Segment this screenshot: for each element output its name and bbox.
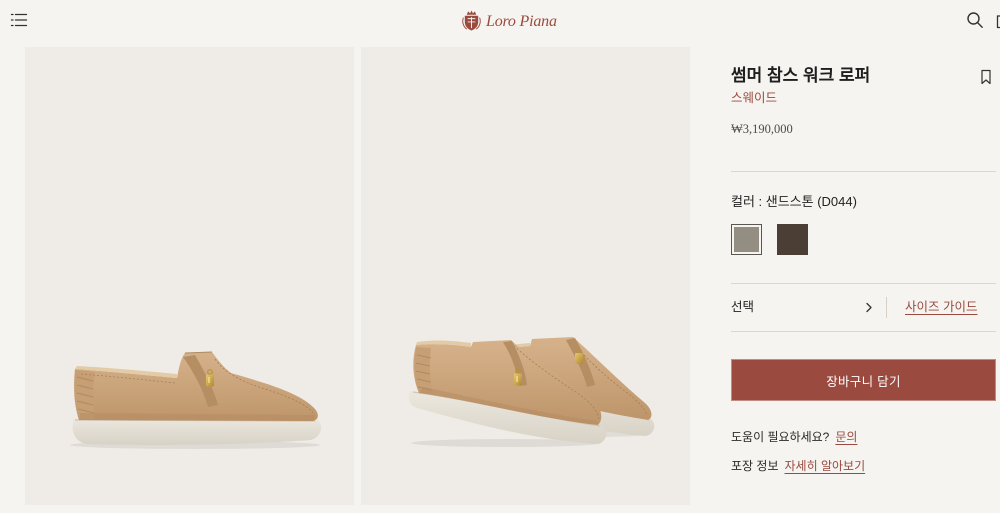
bookmark-icon[interactable] [980,69,992,85]
product-details: 썸머 참스 워크 로퍼 스웨이드 ₩3,190,000 컬러 : 샌드스톤 (D… [731,0,996,513]
divider [731,331,996,332]
size-select[interactable]: 선택 [731,298,754,316]
bag-icon[interactable] [996,11,1000,29]
contact-link[interactable]: 문의 [835,430,857,444]
product-price: ₩3,190,000 [731,122,793,136]
brand-wordmark: Loro Piana [486,12,557,30]
crest-icon [462,9,481,31]
divider [731,171,996,172]
divider [731,283,996,284]
menu-icon[interactable] [10,12,28,28]
packaging-more-link[interactable]: 자세히 알아보기 [785,459,866,473]
product-material: 스웨이드 [731,91,778,105]
chevron-right-icon[interactable] [865,302,873,313]
add-to-cart-button[interactable]: 장바구니 담기 [731,359,996,401]
color-swatch-selected[interactable] [731,224,762,255]
help-row: 도움이 필요하세요? 문의 [731,429,857,445]
loafer-pair-view [408,337,655,447]
size-row-separator [886,297,887,318]
help-question: 도움이 필요하세요? [731,430,830,444]
product-title: 썸머 참스 워크 로퍼 [731,66,871,85]
packaging-row: 포장 정보 자세히 알아보기 [731,458,865,474]
loafer-side-view [70,351,322,449]
color-swatch[interactable] [777,224,808,255]
product-image-1[interactable] [25,47,354,505]
brand-logo[interactable]: Loro Piana [461,7,557,33]
packaging-label: 포장 정보 [731,459,779,473]
product-image-2[interactable] [361,47,690,505]
loafer-sole [72,418,322,445]
color-label: 컬러 : 샌드스톤 (D044) [731,194,857,209]
size-guide-link[interactable]: 사이즈 가이드 [905,298,977,316]
